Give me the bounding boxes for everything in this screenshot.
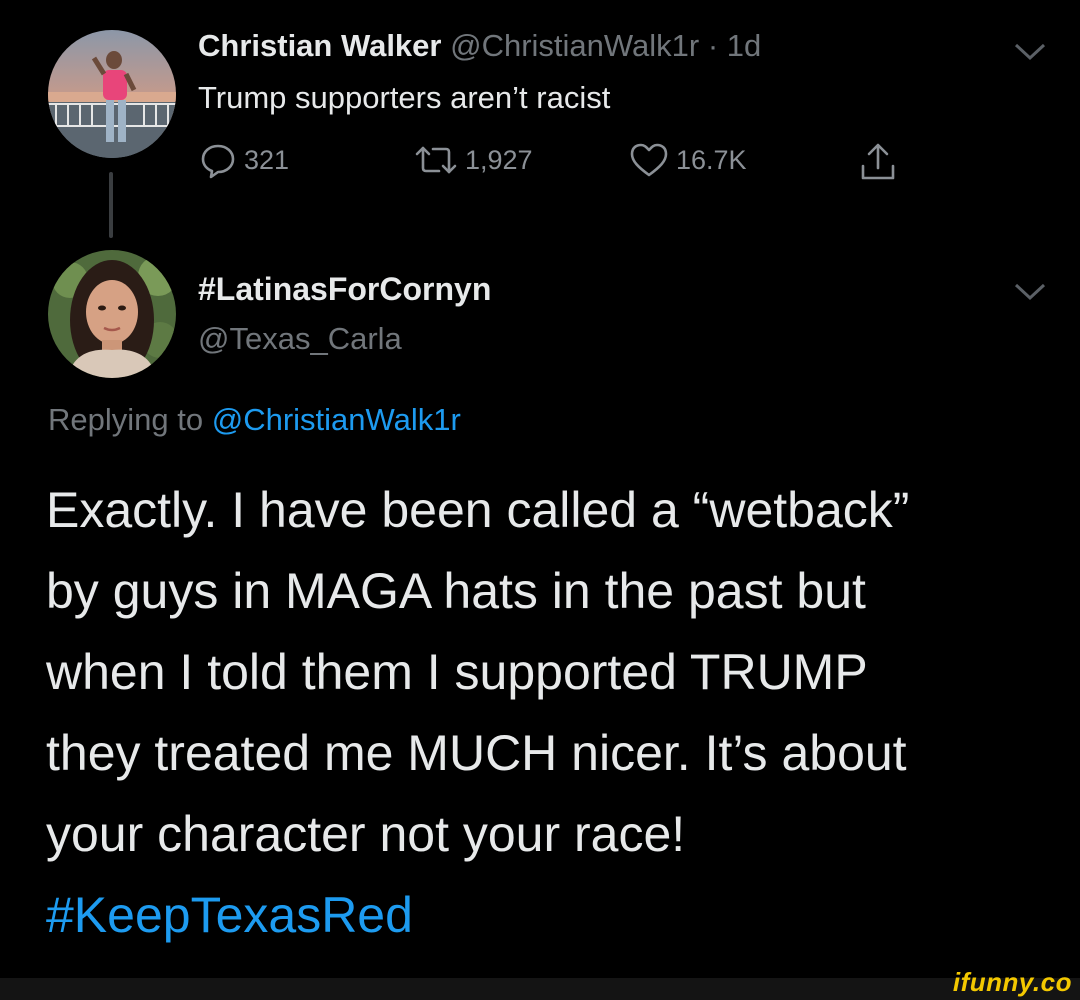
replying-to-line: Replying to @ChristianWalk1r — [48, 402, 461, 438]
replying-to-label: Replying to — [48, 402, 204, 437]
tweet1-header: Christian Walker @ChristianWalk1r · 1d — [198, 28, 761, 64]
tweet1-action-bar: 321 1,927 16.7K — [198, 140, 918, 190]
tweet2-body-line: your character not your race! — [46, 806, 686, 862]
tweet2-author-name[interactable]: #LatinasForCornyn — [198, 271, 491, 308]
retweet-button[interactable]: 1,927 — [413, 140, 533, 180]
share-icon — [861, 143, 895, 180]
tweet1-author-name[interactable]: Christian Walker — [198, 28, 441, 63]
like-button[interactable]: 16.7K — [628, 140, 747, 180]
footer-bar — [0, 978, 1080, 1000]
thread-connector-line — [109, 172, 113, 238]
like-count: 16.7K — [676, 144, 747, 175]
reply-icon — [201, 144, 235, 179]
replying-to-mention-link[interactable]: @ChristianWalk1r — [212, 402, 461, 437]
retweet-icon — [415, 146, 457, 174]
tweet1-text: Trump supporters aren’t racist — [198, 80, 611, 115]
like-icon — [630, 143, 668, 177]
tweet2-body-line: they treated me MUCH nicer. It’s about — [46, 725, 907, 781]
avatar-christian-walker[interactable] — [48, 30, 176, 158]
chevron-down-icon[interactable] — [1010, 38, 1050, 64]
reply-button[interactable]: 321 — [198, 140, 289, 180]
share-button[interactable] — [858, 140, 898, 184]
tweet2-body: Exactly. I have been called a “wetback” … — [46, 470, 1046, 956]
tweet1-separator: · — [707, 28, 719, 63]
tweet2-body-line: Exactly. I have been called a “wetback” — [46, 482, 910, 538]
tweet1-timestamp[interactable]: 1d — [727, 28, 761, 63]
tweet1-author-handle[interactable]: @ChristianWalk1r — [450, 28, 699, 63]
tweet2-body-line: by guys in MAGA hats in the past but — [46, 563, 866, 619]
tweet2-body-line: when I told them I supported TRUMP — [46, 644, 868, 700]
hashtag-link[interactable]: #KeepTexasRed — [46, 887, 413, 943]
chevron-down-icon[interactable] — [1010, 278, 1050, 304]
avatar-texas-carla[interactable] — [48, 250, 176, 378]
ifunny-watermark: ifunny.co — [952, 967, 1072, 997]
tweet2-author-handle[interactable]: @Texas_Carla — [198, 321, 402, 357]
retweet-count: 1,927 — [465, 144, 533, 175]
reply-count: 321 — [244, 144, 290, 175]
